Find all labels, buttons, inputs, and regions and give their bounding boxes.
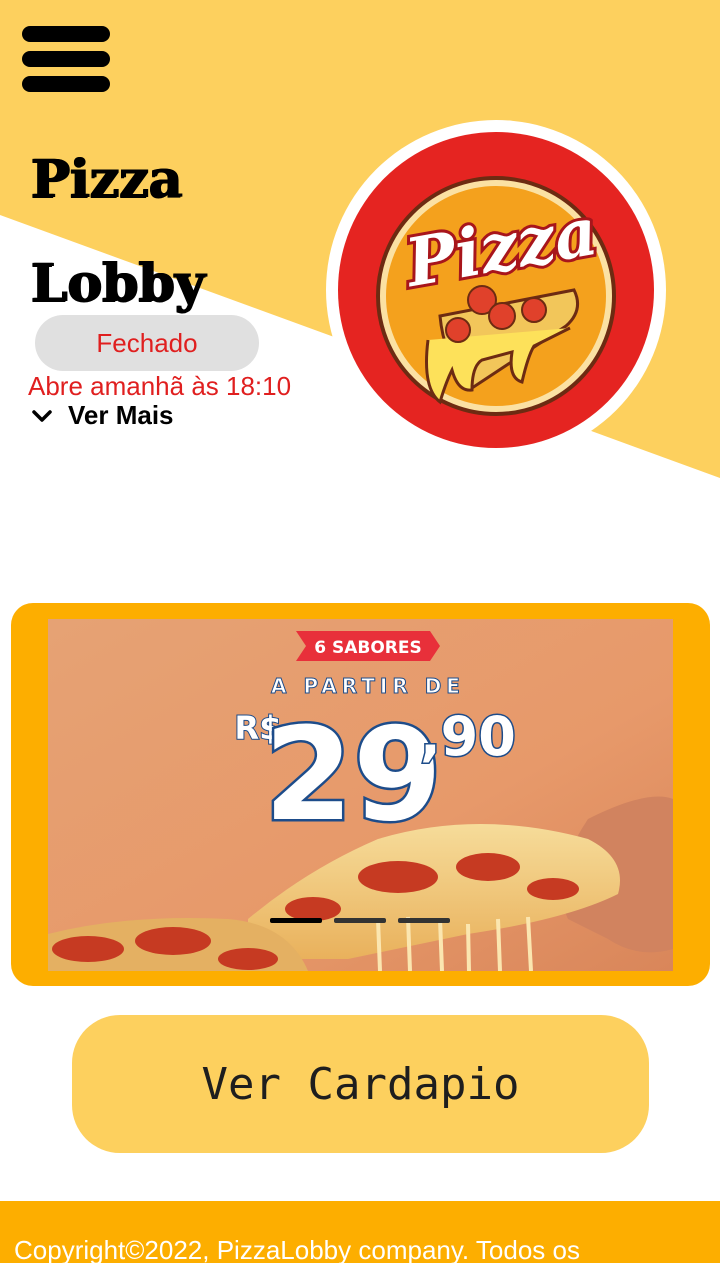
promo-from-label: A PARTIR DE [271, 674, 465, 698]
pizza-logo: Pizza [326, 120, 666, 460]
footer-copyright: Copyright©2022, PizzaLobby company. Todo… [14, 1235, 580, 1263]
carousel-dot-1[interactable] [270, 918, 322, 923]
carousel-dot-2[interactable] [334, 918, 386, 923]
ver-mais-label: Ver Mais [68, 400, 174, 430]
chevron-down-icon [32, 409, 52, 422]
restaurant-name-line1: Pizza [30, 149, 182, 210]
opening-time-text: Abre amanhã às 18:10 [28, 371, 292, 401]
promo-price: 29 [264, 701, 442, 850]
ver-mais-toggle[interactable]: Ver Mais [30, 400, 174, 431]
hamburger-menu-icon[interactable] [22, 26, 110, 96]
carousel-indicators [270, 918, 450, 923]
promo-price-cents: ,90 [420, 705, 516, 768]
promo-badge: 6 SABORES [314, 638, 422, 658]
ver-cardapio-button[interactable]: Ver Cardapio [72, 1015, 649, 1153]
open-status-badge: Fechado [35, 315, 259, 371]
footer: Copyright©2022, PizzaLobby company. Todo… [0, 1201, 720, 1263]
restaurant-name: Pizza Lobby [30, 128, 204, 336]
carousel-dot-3[interactable] [398, 918, 450, 923]
